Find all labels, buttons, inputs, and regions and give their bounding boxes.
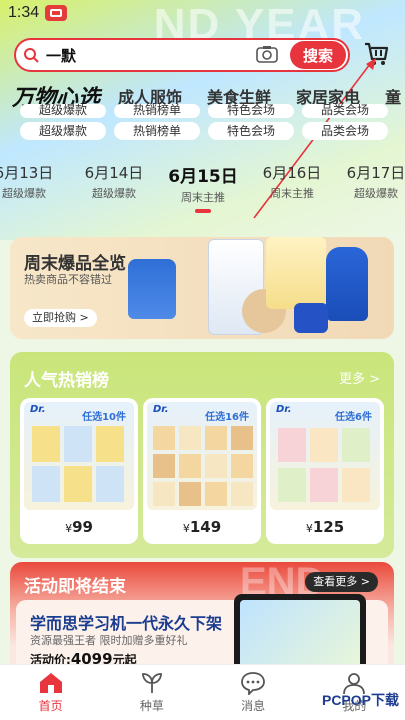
product-pack-grid [153, 426, 253, 506]
product-card[interactable]: Dr. 任选16件 ¥149 [143, 398, 261, 544]
tab-home[interactable]: 首页 [0, 665, 101, 720]
banner-cta-button[interactable]: 立即抢购 > [24, 309, 97, 327]
watermark-logo: PCPOP下载 [321, 692, 399, 708]
date-label: 6月14日 [84, 164, 144, 182]
date-sub: 超级爆款 [2, 187, 46, 200]
leaf-icon [141, 673, 162, 693]
product-price: ¥125 [266, 518, 384, 536]
date-label: 6月13日 [0, 164, 54, 182]
brand-logo: Dr. [153, 404, 169, 415]
product-price: ¥99 [20, 518, 138, 536]
date-sub: 超级爆款 [92, 187, 136, 200]
brand-logo: Dr. [276, 404, 292, 415]
banner-subtitle: 热卖商品不容错过 [24, 273, 112, 286]
tab-discover[interactable]: 种草 [101, 665, 202, 720]
quick-link[interactable]: 超级爆款 [20, 104, 106, 118]
date-label: 6月17日 [346, 164, 405, 182]
flash-product-title: 学而思学习机一代永久下架 [30, 614, 223, 633]
product-bottle-image [128, 259, 176, 319]
hot-ranking-more-link[interactable]: 更多 > [339, 368, 380, 387]
search-input[interactable]: 一默 [46, 45, 256, 66]
product-pack-grid [32, 426, 124, 502]
product-image: Dr. 任选10件 [24, 402, 134, 510]
product-price: ¥149 [143, 518, 261, 536]
tab-messages[interactable]: 消息 [203, 665, 304, 720]
date-sub: 周末主推 [270, 187, 314, 200]
weekend-banner[interactable]: 周末爆品全览 热卖商品不容错过 立即抢购 > [10, 237, 394, 339]
date-tab[interactable]: 6月17日 超级爆款 [336, 162, 405, 201]
home-icon [39, 673, 62, 693]
currency-symbol: ¥ [305, 522, 313, 535]
message-icon [241, 672, 266, 695]
quick-link[interactable]: 品类会场 [302, 122, 388, 140]
quick-link[interactable]: 热销榜单 [114, 122, 200, 140]
hot-ranking-section: 人气热销榜 更多 > Dr. 任选10件 ¥99 Dr. 任选16件 ¥149 … [10, 352, 394, 558]
tab-label: 消息 [241, 699, 266, 713]
date-strip: 6月13日 超级爆款 6月14日 超级爆款 6月15日 周末主推 6月16日 周… [0, 162, 405, 216]
hot-ranking-title: 人气热销榜 [24, 371, 109, 391]
date-tab[interactable]: 6月14日 超级爆款 [74, 162, 154, 201]
flash-sale-title: 活动即将结束 [24, 577, 126, 597]
price-value: 125 [312, 518, 345, 536]
product-capsule-bottle-image [326, 247, 368, 321]
tab-label: 首页 [38, 699, 63, 713]
date-label: 6月15日 [168, 167, 238, 187]
date-sub: 周末主推 [181, 191, 225, 204]
brand-logo: Dr. [30, 404, 46, 415]
tab-label: 种草 [139, 699, 164, 713]
quick-link[interactable]: 品类会场 [302, 104, 388, 118]
currency-symbol: ¥ [182, 522, 190, 535]
date-tab-active[interactable]: 6月15日 周末主推 [163, 162, 243, 213]
quick-link[interactable]: 特色会场 [208, 104, 294, 118]
product-card[interactable]: Dr. 任选10件 ¥99 [20, 398, 138, 544]
quick-links: 超级爆款 热销榜单 特色会场 品类会场 超级爆款 热销榜单 特色会场 品类会场 [20, 104, 390, 144]
quick-link[interactable]: 特色会场 [208, 122, 294, 140]
date-sub: 超级爆款 [354, 187, 398, 200]
date-tab[interactable]: 6月16日 周末主推 [252, 162, 332, 201]
product-box-image [294, 303, 328, 333]
product-pack-grid [278, 428, 370, 502]
product-image: Dr. 任选16件 [147, 402, 257, 510]
price-value: 149 [189, 518, 222, 536]
search-icon [16, 47, 46, 63]
status-time: 1:34 [8, 4, 40, 21]
flash-product-desc: 资源最强王者 限时加赠多重好礼 [30, 634, 188, 647]
bottom-tab-bar: 首页 种草 消息 我的 PCPOP下载 [0, 664, 405, 720]
app-badge-icon [45, 5, 68, 21]
active-indicator [195, 209, 211, 213]
currency-symbol: ¥ [65, 522, 73, 535]
status-bar: 1:34 [8, 4, 68, 22]
product-image: Dr. 任选6件 [270, 402, 380, 510]
product-bag-image [266, 237, 326, 309]
date-label: 6月16日 [262, 164, 322, 182]
product-tag: 任选10件 [82, 412, 126, 423]
product-tag: 任选6件 [335, 412, 372, 423]
price-value: 99 [72, 518, 93, 536]
flash-sale-more-button[interactable]: 查看更多 > [305, 572, 378, 592]
quick-link[interactable]: 超级爆款 [20, 122, 106, 140]
quick-link[interactable]: 热销榜单 [114, 104, 200, 118]
product-tag: 任选16件 [205, 412, 249, 423]
product-card[interactable]: Dr. 任选6件 ¥125 [266, 398, 384, 544]
date-tab[interactable]: 6月13日 超级爆款 [0, 162, 64, 201]
